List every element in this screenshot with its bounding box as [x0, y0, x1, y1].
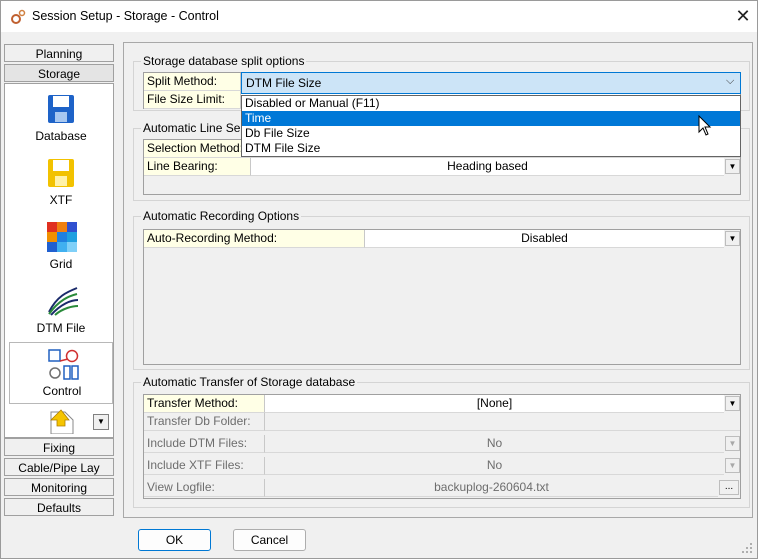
split-option-dtm-file-size[interactable]: DTM File Size [242, 141, 740, 156]
nav-item-label: DTM File [36, 321, 86, 335]
nav-tab-defaults[interactable]: Defaults [4, 498, 114, 516]
transfer-method-value[interactable]: [None] [265, 395, 724, 413]
cancel-button-label: Cancel [250, 533, 289, 547]
control-shapes-icon [48, 349, 79, 380]
recording-options-title: Automatic Recording Options [141, 209, 302, 223]
ellipsis-icon: ... [724, 481, 734, 492]
split-option-db-file-size[interactable]: Db File Size [242, 126, 740, 141]
include-xtf-files-row: Include XTF Files: No ▼ [144, 457, 740, 475]
line-bearing-value[interactable]: Heading based [251, 158, 724, 176]
line-bearing-row[interactable]: Line Bearing: Heading based ▼ [144, 158, 740, 176]
transfer-title: Automatic Transfer of Storage database [141, 375, 358, 389]
nav-tab-monitoring[interactable]: Monitoring [4, 478, 114, 496]
nav-item-dtm-file[interactable]: DTM File [9, 280, 113, 340]
split-method-dropdown-list: Disabled or Manual (F11) Time Db File Si… [241, 95, 741, 157]
view-logfile-row: View Logfile: backuplog-260604.txt ... [144, 479, 740, 497]
resize-grip-icon[interactable] [741, 542, 753, 554]
split-method-combo[interactable]: DTM File Size ⌵ [241, 72, 741, 94]
file-size-limit-label: File Size Limit: [144, 91, 241, 109]
nav-tab-cable-pipe-lay[interactable]: Cable/Pipe Lay [4, 458, 114, 476]
nav-tab-planning[interactable]: Planning [4, 44, 114, 62]
include-dtm-dropdown: ▼ [725, 436, 740, 451]
auto-recording-method-value[interactable]: Disabled [365, 230, 724, 248]
nav-item-label: Grid [49, 257, 73, 271]
chevron-down-icon: ⌵ [726, 75, 735, 87]
transfer-grid: Transfer Method: [None] ▼ Transfer Db Fo… [143, 394, 741, 499]
title-bar[interactable]: Session Setup - Storage - Control ✕ [1, 1, 757, 32]
include-xtf-files-value: No [265, 457, 724, 475]
split-option-disabled-manual[interactable]: Disabled or Manual (F11) [242, 96, 740, 111]
include-dtm-files-label: Include DTM Files: [144, 435, 265, 453]
chevron-down-icon: ▼ [728, 234, 737, 243]
nav-item-grid[interactable]: Grid [9, 216, 113, 276]
close-button[interactable]: ✕ [734, 5, 752, 27]
chevron-down-icon: ▼ [728, 439, 737, 448]
nav-tab-label: Monitoring [30, 481, 88, 495]
nav-scroll-down-button[interactable]: ▼ [93, 414, 109, 430]
nav-tab-label: Storage [37, 67, 81, 81]
transfer-db-folder-label: Transfer Db Folder: [144, 413, 265, 431]
split-method-value: DTM File Size [246, 76, 322, 90]
nav-tab-label: Cable/Pipe Lay [18, 461, 100, 475]
split-option-time[interactable]: Time [242, 111, 740, 126]
floppy-disk-yellow-icon [48, 159, 74, 187]
auto-recording-method-label: Auto-Recording Method: [144, 230, 365, 248]
split-method-label: Split Method: [144, 73, 241, 91]
chevron-down-icon: ▼ [728, 461, 737, 470]
split-options-title: Storage database split options [141, 54, 307, 68]
transfer-method-dropdown[interactable]: ▼ [725, 396, 740, 411]
include-dtm-files-row: Include DTM Files: No ▼ [144, 435, 740, 453]
nav-item-database[interactable]: Database [9, 88, 113, 148]
transfer-method-label: Transfer Method: [144, 395, 265, 413]
nav-tab-fixing[interactable]: Fixing [4, 438, 114, 456]
include-dtm-files-value: No [265, 435, 724, 453]
cancel-button[interactable]: Cancel [233, 529, 306, 551]
ok-button-label: OK [165, 533, 184, 547]
line-bearing-dropdown[interactable]: ▼ [725, 159, 740, 174]
mouse-cursor-icon [698, 115, 712, 136]
grid-colormap-icon [47, 222, 77, 252]
transfer-method-row[interactable]: Transfer Method: [None] ▼ [144, 395, 740, 413]
line-bearing-label: Line Bearing: [144, 158, 251, 176]
view-logfile-label: View Logfile: [144, 479, 265, 497]
dialog-window: Session Setup - Storage - Control ✕ Plan… [0, 0, 758, 559]
window-title: Session Setup - Storage - Control [32, 9, 219, 23]
export-page-icon [50, 409, 74, 434]
include-xtf-dropdown: ▼ [725, 458, 740, 473]
view-logfile-browse-button[interactable]: ... [719, 480, 739, 495]
selection-method-label: Selection Method: [144, 140, 251, 158]
nav-tab-label: Defaults [36, 501, 82, 515]
include-xtf-files-label: Include XTF Files: [144, 457, 265, 475]
floppy-disk-blue-icon [48, 95, 74, 123]
nav-item-label: Control [42, 384, 82, 398]
dtm-surface-icon [48, 287, 79, 316]
view-logfile-value: backuplog-260604.txt [265, 479, 718, 497]
close-icon: ✕ [735, 6, 751, 26]
auto-recording-dropdown[interactable]: ▼ [725, 231, 740, 246]
chevron-down-icon: ▼ [728, 399, 737, 408]
nav-tab-label: Fixing [42, 441, 75, 455]
transfer-db-folder-row: Transfer Db Folder: [144, 413, 740, 431]
chevron-down-icon: ▼ [97, 417, 105, 426]
nav-item-xtf[interactable]: XTF [9, 152, 113, 212]
storage-nav-panel: Database XTF Grid DTM File Control ▼ [4, 83, 114, 438]
ok-button[interactable]: OK [138, 529, 211, 551]
transfer-db-folder-value [265, 413, 740, 431]
nav-tab-label: Planning [35, 47, 83, 61]
chevron-down-icon: ▼ [728, 162, 737, 171]
auto-recording-method-row[interactable]: Auto-Recording Method: Disabled ▼ [144, 230, 740, 248]
nav-tab-storage[interactable]: Storage [4, 64, 114, 82]
nav-item-label: Database [35, 129, 87, 143]
gears-icon [11, 9, 26, 24]
nav-item-control[interactable]: Control [9, 342, 113, 404]
recording-options-grid: Auto-Recording Method: Disabled ▼ [143, 229, 741, 365]
nav-item-label: XTF [49, 193, 73, 207]
